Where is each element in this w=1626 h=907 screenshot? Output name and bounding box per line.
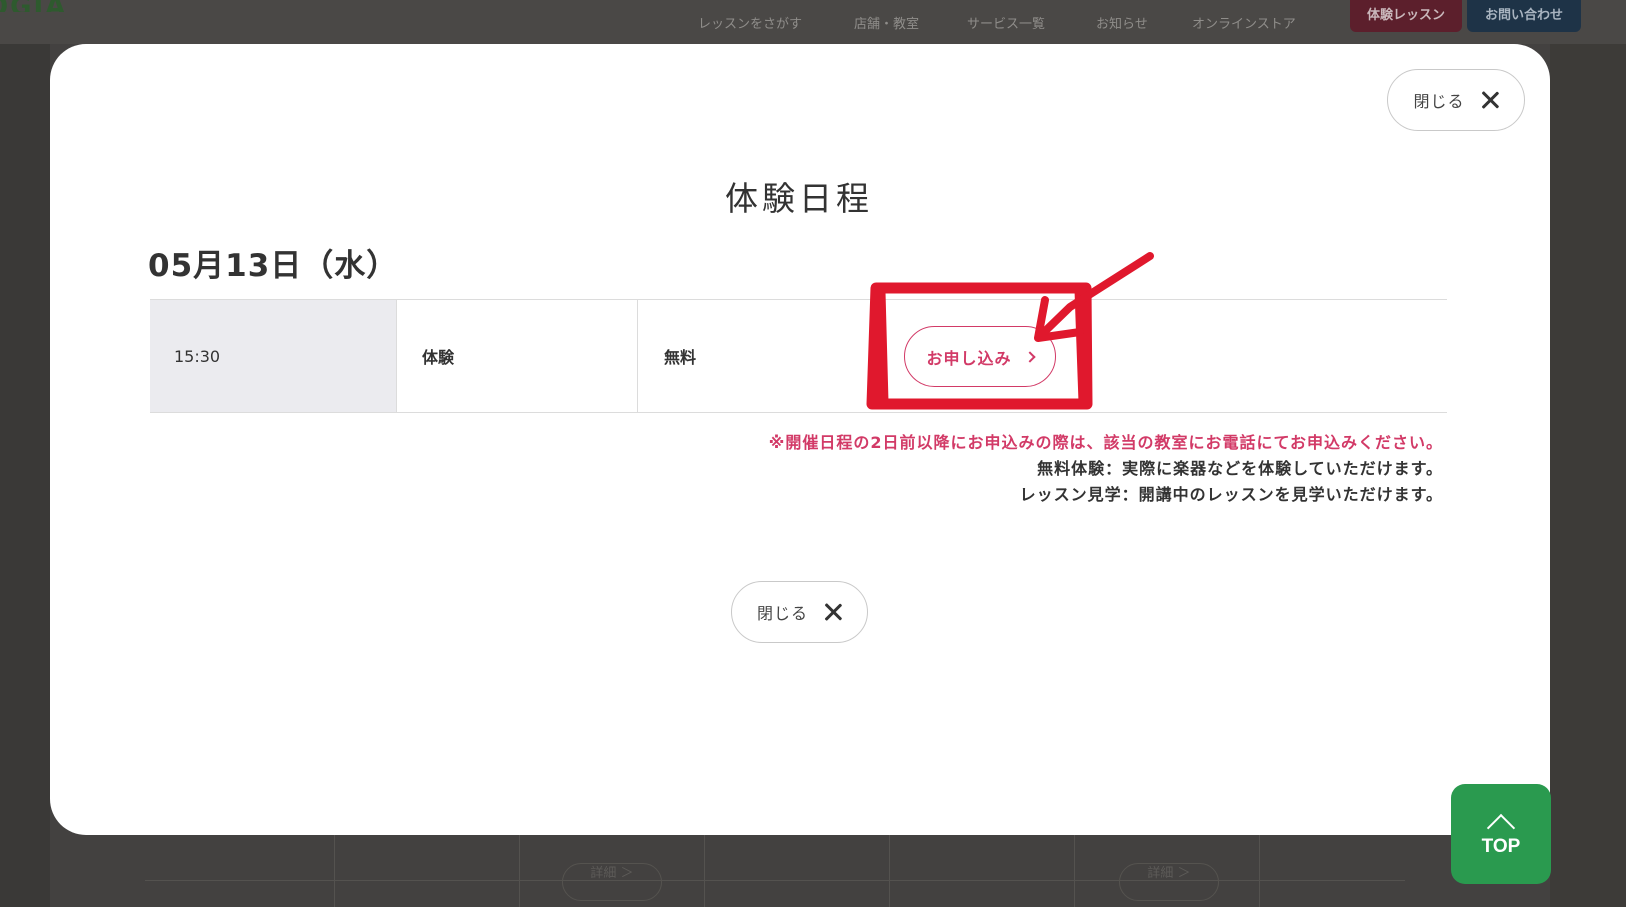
close-icon xyxy=(1481,91,1499,109)
modal-title: 体験日程 xyxy=(725,179,873,218)
schedule-time: 15:30 xyxy=(150,300,396,412)
bg-table-divider xyxy=(1259,835,1260,907)
header-trial-button: 体験レッスン xyxy=(1350,0,1462,32)
back-to-top-button[interactable]: TOP xyxy=(1451,784,1551,884)
lesson-visit-note: レッスン見学：開講中のレッスンを見学いただけます。 xyxy=(1019,485,1443,504)
nav-news: お知らせ xyxy=(1096,17,1148,32)
nav-services: サービス一覧 xyxy=(967,17,1046,32)
nav-stores: 店舗・教室 xyxy=(854,17,920,32)
apply-button[interactable]: お申し込み xyxy=(904,326,1056,387)
close-top-button[interactable]: 閉じる xyxy=(1387,69,1525,131)
nav-lesson-search: レッスンをさがす xyxy=(698,17,803,32)
bg-detail-button: 詳細 ＞ xyxy=(562,863,662,901)
bg-table-divider xyxy=(704,835,705,907)
close-icon xyxy=(824,603,842,621)
schedule-price: 無料 xyxy=(637,300,879,412)
chevron-right-icon xyxy=(1023,350,1036,363)
close-bottom-button[interactable]: 閉じる xyxy=(731,581,868,643)
bg-detail-button: 詳細 ＞ xyxy=(1119,863,1219,901)
background-header: OGIA レッスンをさがす 店舗・教室 サービス一覧 お知らせ オンラインストア… xyxy=(0,0,1626,44)
deadline-warning: ※開催日程の2日前以降にお申込みの際は、該当の教室にお電話にてお申込みください。 xyxy=(768,433,1443,452)
bg-table-divider xyxy=(334,835,335,907)
header-contact-button: お問い合わせ xyxy=(1467,0,1581,32)
bg-table-divider xyxy=(519,835,520,907)
schedule-type: 体験 xyxy=(396,300,637,412)
apply-button-label: お申し込み xyxy=(926,348,1012,368)
free-trial-note: 無料体験：実際に楽器などを体験していただけます。 xyxy=(1037,459,1443,478)
close-bottom-label: 閉じる xyxy=(756,604,808,623)
nav-online-store: オンラインストア xyxy=(1192,17,1296,32)
site-logo: OGIA xyxy=(0,0,80,12)
bg-table-divider xyxy=(1074,835,1075,907)
close-top-label: 閉じる xyxy=(1413,92,1465,111)
schedule-row: 15:30 体験 無料 xyxy=(150,299,1447,413)
bg-table-divider xyxy=(889,835,890,907)
date-heading: 05月13日（水） xyxy=(148,248,399,284)
